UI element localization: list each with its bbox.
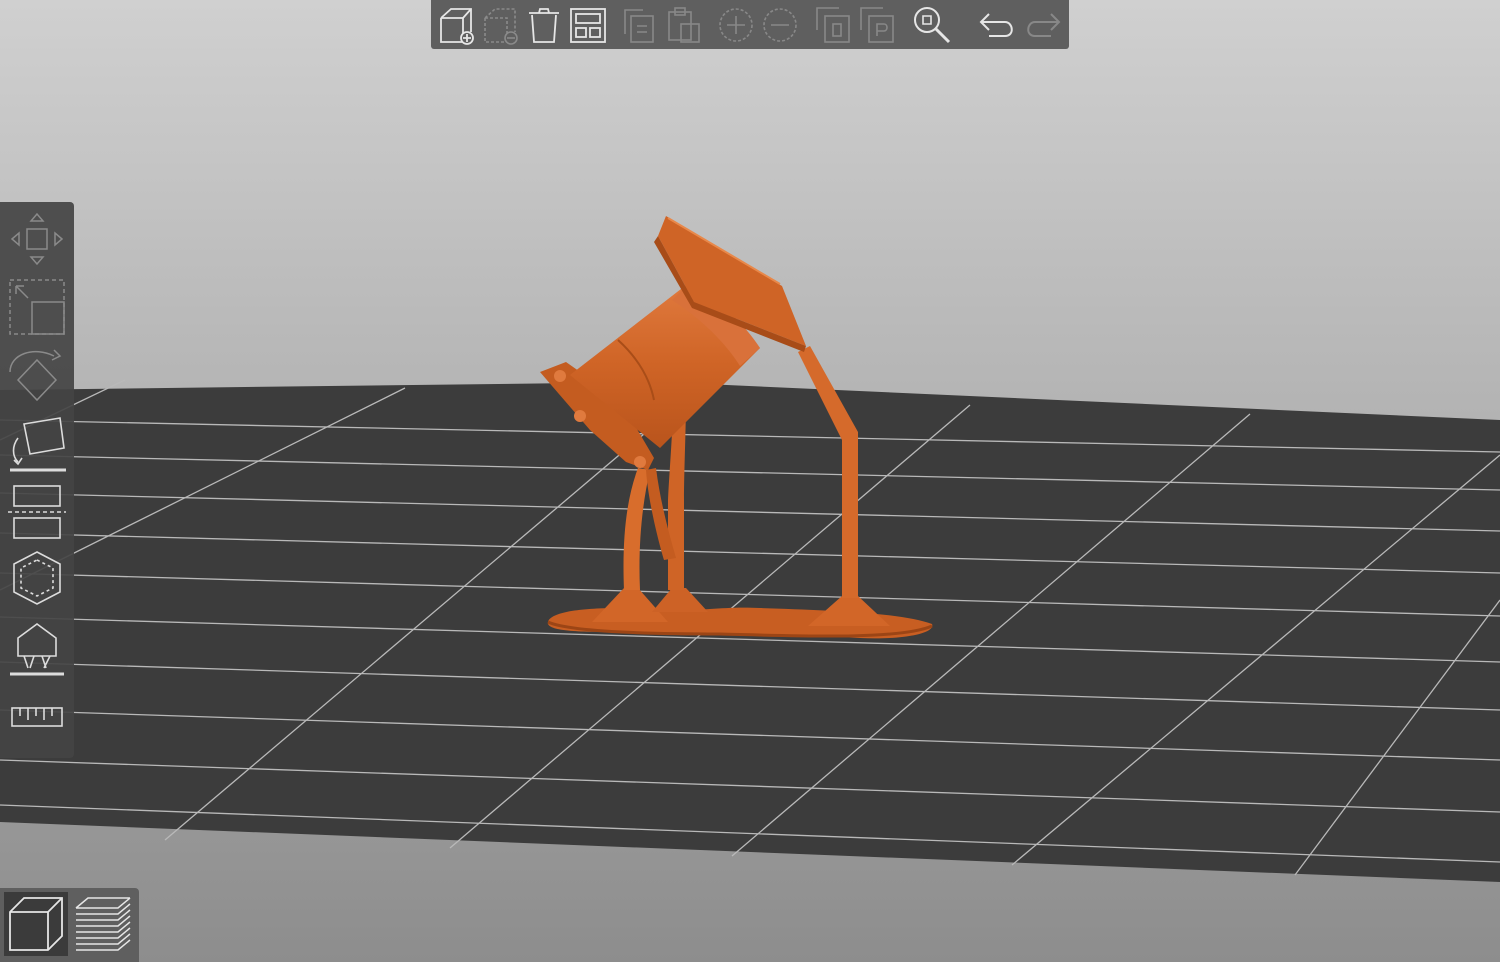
- cut-tool[interactable]: [4, 478, 70, 542]
- place-on-face-icon: [10, 417, 66, 472]
- view-switch: [0, 888, 139, 962]
- split-parts-button[interactable]: [857, 4, 899, 46]
- split-parts-icon: [860, 7, 894, 43]
- copy-icon: [624, 9, 654, 43]
- move-icon: [10, 212, 64, 266]
- arrange-icon: [570, 8, 606, 43]
- scale-tool[interactable]: [4, 274, 70, 338]
- redo-icon: [1027, 13, 1061, 37]
- split-objects-icon: [816, 7, 850, 43]
- support-points-icon: [10, 623, 64, 676]
- preview-tab[interactable]: [70, 892, 134, 956]
- move-tool[interactable]: [4, 206, 70, 270]
- support-points-tool[interactable]: [4, 614, 70, 678]
- trash-icon: [529, 8, 559, 43]
- delete-all-button[interactable]: [523, 4, 565, 46]
- rotate-icon: [9, 349, 62, 402]
- left-toolbar: [0, 202, 74, 758]
- measure-tool[interactable]: [4, 686, 70, 750]
- undo-icon: [979, 13, 1013, 37]
- scale-icon: [9, 279, 65, 335]
- paste-button[interactable]: [663, 4, 705, 46]
- search-button[interactable]: [911, 4, 953, 46]
- plus-icon: [719, 8, 753, 42]
- cube-add-icon: [440, 8, 474, 45]
- cube-remove-icon: [484, 8, 518, 45]
- hollow-icon: [13, 551, 61, 605]
- paste-icon: [668, 7, 700, 43]
- redo-button[interactable]: [1021, 4, 1063, 46]
- arrange-button[interactable]: [567, 4, 609, 46]
- layers-icon: [75, 897, 131, 951]
- split-objects-button[interactable]: [813, 4, 855, 46]
- rotate-tool[interactable]: [4, 342, 70, 406]
- 3d-viewport[interactable]: [0, 0, 1500, 962]
- hollow-tool[interactable]: [4, 546, 70, 610]
- copy-button[interactable]: [619, 4, 661, 46]
- undo-button[interactable]: [977, 4, 1019, 46]
- place-on-face-tool[interactable]: [4, 410, 70, 474]
- add-instance-button[interactable]: [715, 4, 757, 46]
- cut-icon: [8, 485, 66, 539]
- minus-icon: [763, 8, 797, 42]
- ruler-icon: [11, 707, 63, 727]
- remove-instance-button[interactable]: [759, 4, 801, 46]
- 3d-view-tab[interactable]: [4, 892, 68, 956]
- search-icon: [914, 7, 951, 44]
- cube-icon: [9, 897, 63, 951]
- add-object-button[interactable]: [435, 4, 477, 46]
- delete-object-button[interactable]: [479, 4, 521, 46]
- top-toolbar: [431, 0, 1069, 49]
